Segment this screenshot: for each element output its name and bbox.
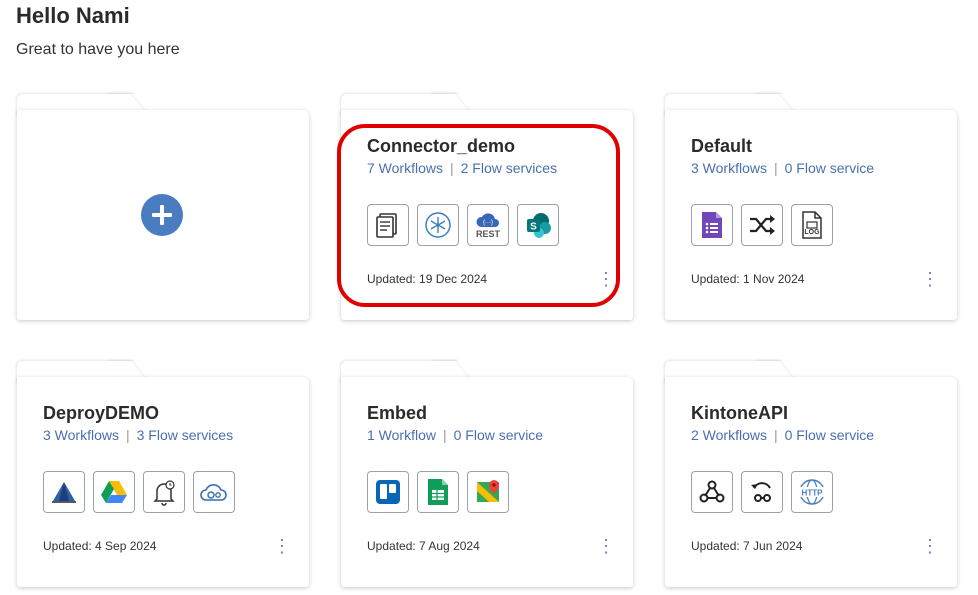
project-name[interactable]: Embed bbox=[367, 403, 427, 424]
webhook-icon bbox=[691, 471, 733, 513]
more-options-icon[interactable]: ⋮ bbox=[921, 537, 939, 555]
trello-icon bbox=[367, 471, 409, 513]
tent-icon bbox=[43, 471, 85, 513]
webhook-return-icon bbox=[741, 471, 783, 513]
project-name[interactable]: Default bbox=[691, 136, 752, 157]
cloud-gear-icon bbox=[193, 471, 235, 513]
flow-services-link[interactable]: 3 Flow services bbox=[137, 427, 233, 443]
google-drive-icon bbox=[93, 471, 135, 513]
updated-date: Updated: 7 Aug 2024 bbox=[367, 539, 480, 553]
add-project-icon[interactable] bbox=[141, 194, 183, 236]
more-options-icon[interactable]: ⋮ bbox=[597, 537, 615, 555]
flow-services-link[interactable]: 0 Flow service bbox=[785, 427, 874, 443]
log-label: LOG bbox=[804, 229, 820, 236]
project-card-kintoneapi[interactable]: KintoneAPI 2 Workflows | 0 Flow service HT… bbox=[665, 361, 957, 587]
project-name[interactable]: DeproyDEMO bbox=[43, 403, 159, 424]
project-card-default[interactable]: Default 3 Workflows | 0 Flow service LOG U… bbox=[665, 94, 957, 320]
workflows-link[interactable]: 3 Workflows bbox=[691, 160, 767, 176]
google-maps-icon bbox=[467, 471, 509, 513]
workflows-link[interactable]: 1 Workflow bbox=[367, 427, 436, 443]
flow-services-link[interactable]: 0 Flow service bbox=[454, 427, 543, 443]
project-card-embed[interactable]: Embed 1 Workflow | 0 Flow service Updated:… bbox=[341, 361, 633, 587]
log-file-icon: LOG bbox=[791, 204, 833, 246]
highlight-annotation bbox=[337, 124, 620, 307]
workflows-link[interactable]: 2 Workflows bbox=[691, 427, 767, 443]
more-options-icon[interactable]: ⋮ bbox=[921, 270, 939, 288]
greeting-heading: Hello Nami bbox=[16, 3, 130, 28]
http-globe-icon: HTTP bbox=[791, 471, 833, 513]
updated-date: Updated: 7 Jun 2024 bbox=[691, 539, 803, 553]
updated-date: Updated: 1 Nov 2024 bbox=[691, 272, 805, 286]
shuffle-icon bbox=[741, 204, 783, 246]
workflows-link[interactable]: 3 Workflows bbox=[43, 427, 119, 443]
flow-services-link[interactable]: 0 Flow service bbox=[785, 160, 874, 176]
http-label: HTTP bbox=[802, 489, 824, 498]
new-project-card[interactable] bbox=[17, 94, 309, 320]
greeting-subtitle: Great to have you here bbox=[16, 41, 180, 58]
google-sheets-icon bbox=[417, 471, 459, 513]
project-card-deproydemo[interactable]: DeproyDEMO 3 Workflows | 3 Flow services U… bbox=[17, 361, 309, 587]
more-options-icon[interactable]: ⋮ bbox=[273, 537, 291, 555]
alarm-bell-icon bbox=[143, 471, 185, 513]
google-forms-icon bbox=[691, 204, 733, 246]
project-name[interactable]: KintoneAPI bbox=[691, 403, 788, 424]
updated-date: Updated: 4 Sep 2024 bbox=[43, 539, 157, 553]
